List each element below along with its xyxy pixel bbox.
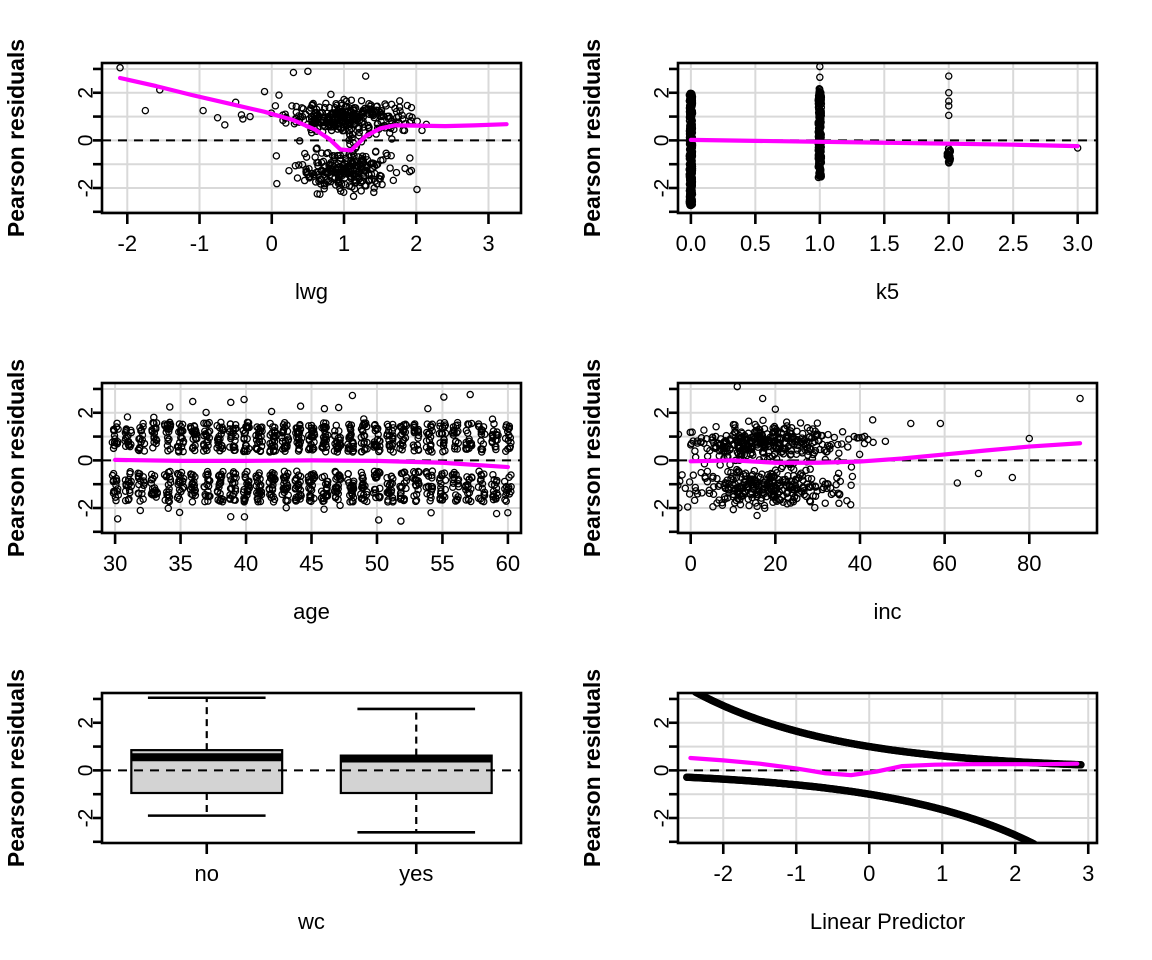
y-axis: -2 0 2 — [651, 67, 678, 214]
panel-k5: -2 0 2 0.0 0.5 1.0 1.5 2.0 2.5 3.0 k5 Pearson resid… — [576, 0, 1152, 320]
x-tick-label: 45 — [299, 551, 323, 576]
panel-age: -2 0 2 30 35 40 45 50 55 60 age Pearson residuals — [0, 320, 576, 630]
x-tick-label: 55 — [430, 551, 454, 576]
x-tick-label: 20 — [763, 551, 787, 576]
diagnostic-plot-grid: -2 0 2 -2 -1 0 1 2 3 lwg Pearson residuals -2 0 2 0.0 0… — [0, 0, 1152, 960]
plot-frame — [100, 61, 523, 215]
x-tick-label: 1.5 — [869, 231, 900, 256]
y-tick-label: 2 — [75, 407, 98, 419]
x-tick-label: no — [195, 861, 219, 886]
y-tick-label: 0 — [75, 765, 98, 777]
x-tick-label: 1 — [936, 861, 948, 886]
x-axis-title: age — [293, 599, 330, 624]
gridlines — [102, 63, 521, 213]
boxplot-box — [130, 696, 284, 817]
y-axis-title: Pearson residuals — [3, 39, 29, 237]
x-tick-label: -1 — [190, 231, 210, 256]
x-axis-title: k5 — [876, 279, 899, 304]
y-tick-label: -2 — [75, 809, 98, 828]
x-tick-label: 80 — [1017, 551, 1041, 576]
x-tick-label: 30 — [103, 551, 127, 576]
x-axis: 0.0 0.5 1.0 1.5 2.0 2.5 3.0 — [676, 213, 1093, 256]
y-axis: -2 0 2 — [75, 697, 102, 844]
y-tick-label: 2 — [75, 717, 98, 729]
plot-content — [116, 64, 431, 201]
plot-content — [130, 696, 493, 834]
x-axis-title: Linear Predictor — [810, 909, 965, 934]
x-axis: 30 35 40 45 50 55 60 — [103, 533, 520, 576]
x-tick-label: 0 — [685, 551, 697, 576]
y-tick-label: -2 — [651, 499, 674, 518]
x-tick-label: 50 — [365, 551, 389, 576]
x-tick-label: 2 — [1009, 861, 1021, 886]
panel-linear-predictor: -2 0 2 -2 -1 0 1 2 3 Linear Predictor Pearson resi… — [576, 630, 1152, 960]
y-tick-label: 2 — [651, 717, 674, 729]
x-tick-label: 3 — [482, 231, 494, 256]
y-axis-title: Pearson residuals — [3, 359, 29, 557]
y-axis: -2 0 2 — [75, 387, 102, 534]
x-tick-label: 1 — [338, 231, 350, 256]
x-tick-label: 2.0 — [933, 231, 964, 256]
y-tick-label: 0 — [75, 135, 98, 147]
y-tick-label: 2 — [75, 87, 98, 99]
x-tick-label: 35 — [168, 551, 192, 576]
x-tick-label: 0.0 — [676, 231, 707, 256]
y-tick-label: 2 — [651, 407, 674, 419]
y-tick-label: -2 — [75, 499, 98, 518]
x-axis-title: inc — [873, 599, 901, 624]
x-tick-label: 1.0 — [805, 231, 836, 256]
x-axis: no yes — [195, 843, 433, 886]
gridlines — [678, 63, 1097, 213]
x-tick-label: 2 — [410, 231, 422, 256]
y-axis-title: Pearson residuals — [579, 39, 605, 237]
plot-content — [679, 384, 1084, 520]
x-tick-label: 60 — [496, 551, 520, 576]
x-tick-label: 0 — [863, 861, 875, 886]
x-tick-label: 60 — [932, 551, 956, 576]
x-tick-label: 40 — [848, 551, 872, 576]
y-tick-label: 0 — [651, 135, 674, 147]
x-tick-label: 3 — [1082, 861, 1094, 886]
x-tick-label: -2 — [118, 231, 138, 256]
x-axis: -2 -1 0 1 2 3 — [713, 843, 1094, 886]
y-axis-title: Pearson residuals — [579, 359, 605, 557]
y-axis: -2 0 2 — [651, 697, 678, 844]
panel-inc: -2 0 2 0 20 40 60 80 inc Pearson residuals — [576, 320, 1152, 630]
panel-lwg: -2 0 2 -2 -1 0 1 2 3 lwg Pearson residuals — [0, 0, 576, 320]
x-tick-label: 2.5 — [998, 231, 1029, 256]
x-tick-label: -1 — [786, 861, 806, 886]
x-tick-label: 0.5 — [740, 231, 771, 256]
x-tick-label: -2 — [713, 861, 733, 886]
x-tick-label: yes — [399, 861, 433, 886]
y-axis-title: Pearson residuals — [3, 669, 29, 867]
y-tick-label: 2 — [651, 87, 674, 99]
y-axis: -2 0 2 — [75, 67, 102, 214]
y-tick-label: 0 — [75, 455, 98, 467]
y-tick-label: -2 — [651, 809, 674, 828]
plot-frame — [676, 61, 1099, 215]
x-axis-title: lwg — [295, 279, 328, 304]
x-tick-label: 3.0 — [1062, 231, 1093, 256]
x-axis: 0 20 40 60 80 — [685, 533, 1042, 576]
x-tick-label: 0 — [266, 231, 278, 256]
x-tick-label: 40 — [234, 551, 258, 576]
x-axis: -2 -1 0 1 2 3 — [118, 213, 495, 256]
y-tick-label: 0 — [651, 455, 674, 467]
gridlines — [102, 383, 521, 533]
y-tick-label: -2 — [651, 179, 674, 198]
x-axis-title: wc — [297, 909, 325, 934]
y-tick-label: 0 — [651, 765, 674, 777]
y-axis-title: Pearson residuals — [579, 669, 605, 867]
y-axis: -2 0 2 — [651, 387, 678, 534]
y-tick-label: -2 — [75, 179, 98, 198]
panel-wc: -2 0 2 no yes wc Pearson residuals — [0, 630, 576, 960]
